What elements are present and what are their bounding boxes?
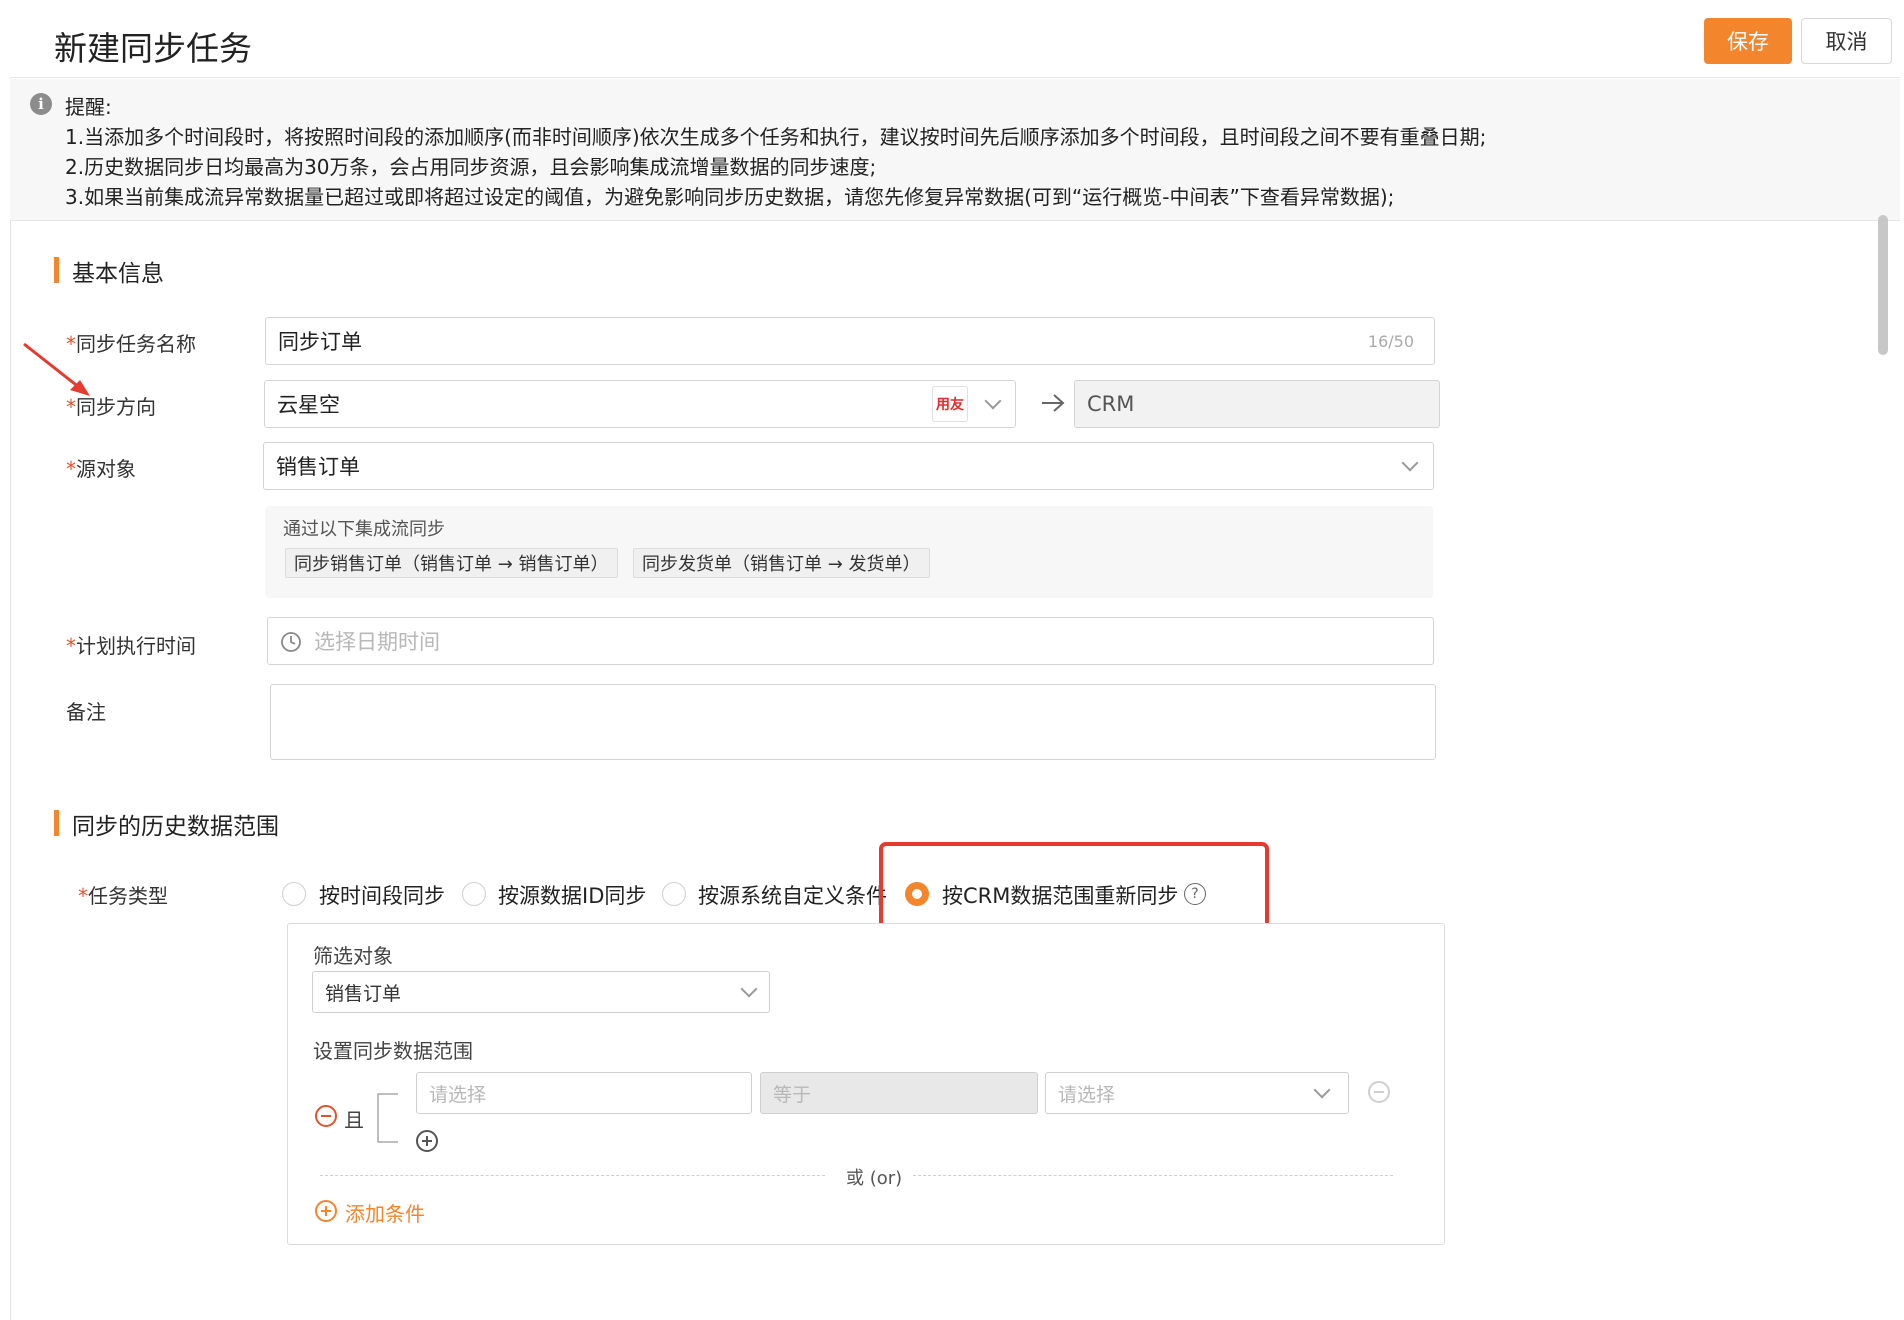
section-marker — [54, 257, 59, 283]
section-title-history: 同步的历史数据范围 — [72, 814, 279, 840]
bracket-connector — [377, 1093, 398, 1143]
remark-textarea[interactable] — [270, 684, 1436, 760]
flow-tag[interactable]: 同步销售订单（销售订单 → 销售订单） — [285, 548, 618, 578]
condition-field-placeholder: 请选择 — [429, 1083, 487, 1106]
condition-value-placeholder: 请选择 — [1058, 1083, 1116, 1106]
or-divider-left — [320, 1175, 825, 1176]
flow-title: 通过以下集成流同步 — [283, 519, 445, 540]
clock-icon — [281, 632, 301, 652]
required-mark: * — [78, 884, 88, 908]
notice-line: 1.当添加多个时间段时，将按照时间段的添加顺序(而非时间顺序)依次生成多个任务和… — [65, 125, 1487, 149]
notice-line: 3.如果当前集成流异常数据量已超过或即将超过设定的阈值，为避免影响同步历史数据，… — [65, 185, 1395, 209]
filter-object-label: 筛选对象 — [313, 944, 393, 968]
add-condition-icon[interactable] — [315, 1200, 337, 1222]
range-label: 设置同步数据范围 — [313, 1039, 473, 1063]
required-mark: * — [66, 634, 76, 658]
chevron-down-icon — [740, 980, 758, 998]
page-title: 新建同步任务 — [54, 29, 252, 68]
arrow-right-icon — [1042, 394, 1065, 412]
remove-group-icon[interactable] — [315, 1105, 337, 1127]
notice-line: 2.历史数据同步日均最高为30万条，会占用同步资源，且会影响集成流增量数据的同步… — [65, 155, 877, 179]
required-mark: * — [66, 395, 76, 419]
direction-target-field: CRM — [1074, 380, 1440, 428]
annotation-highlight-box — [879, 842, 1269, 934]
add-sub-condition-icon[interactable] — [416, 1130, 438, 1152]
direction-label: *同步方向 — [66, 391, 156, 420]
direction-label-text: 同步方向 — [76, 395, 156, 419]
chevron-down-icon — [984, 392, 1002, 410]
task-type-label-text: 任务类型 — [88, 884, 168, 908]
integration-flow-panel: 通过以下集成流同步 同步销售订单（销售订单 → 销售订单） 同步发货单（销售订单… — [265, 506, 1433, 598]
direction-source-select[interactable]: 云星空 用友 — [264, 380, 1016, 428]
schedule-label-text: 计划执行时间 — [76, 634, 196, 658]
notice-panel: i 提醒: 1.当添加多个时间段时，将按照时间段的添加顺序(而非时间顺序)依次生… — [10, 79, 1900, 221]
scrollbar-thumb[interactable] — [1878, 215, 1888, 355]
dialog-header: 新建同步任务 — [10, 0, 1900, 78]
remove-condition-icon[interactable] — [1368, 1081, 1390, 1103]
add-condition-link[interactable]: 添加条件 — [345, 1198, 425, 1227]
filter-object-value: 销售订单 — [325, 982, 402, 1005]
and-label: 且 — [344, 1108, 364, 1132]
condition-operator-value: 等于 — [773, 1083, 812, 1106]
cancel-button[interactable]: 取消 — [1801, 18, 1892, 64]
save-button[interactable]: 保存 — [1704, 18, 1792, 64]
info-icon: i — [30, 93, 52, 115]
radio-label-by-time[interactable]: 按时间段同步 — [319, 880, 445, 910]
or-label: 或 (or) — [846, 1168, 903, 1189]
task-type-label: *任务类型 — [78, 880, 168, 909]
chevron-down-icon — [1313, 1081, 1331, 1099]
chevron-down-icon — [1401, 454, 1419, 472]
schedule-label: *计划执行时间 — [66, 630, 196, 659]
source-object-select[interactable]: 销售订单 — [263, 442, 1434, 490]
char-counter: 16/50 — [1367, 332, 1414, 351]
notice-title: 提醒: — [65, 95, 112, 119]
remark-label: 备注 — [66, 700, 106, 724]
task-name-value: 同步订单 — [278, 330, 362, 354]
condition-value-select[interactable]: 请选择 — [1045, 1072, 1349, 1114]
schedule-placeholder: 选择日期时间 — [314, 630, 440, 654]
or-divider-right — [913, 1175, 1393, 1176]
direction-source-value: 云星空 — [277, 393, 340, 417]
scrollbar-track[interactable] — [1876, 221, 1890, 1320]
source-object-label: *源对象 — [66, 453, 136, 482]
radio-by-time[interactable] — [282, 882, 306, 906]
condition-field-select[interactable]: 请选择 — [416, 1072, 752, 1114]
flow-tag[interactable]: 同步发货单（销售订单 → 发货单） — [633, 548, 930, 578]
radio-label-by-source-id[interactable]: 按源数据ID同步 — [498, 880, 646, 910]
yonyou-logo: 用友 — [932, 386, 968, 422]
condition-operator-field: 等于 — [760, 1072, 1038, 1114]
filter-object-select[interactable]: 销售订单 — [312, 971, 770, 1013]
required-mark: * — [66, 457, 76, 481]
source-object-value: 销售订单 — [276, 455, 360, 479]
radio-by-custom-condition[interactable] — [662, 882, 686, 906]
task-name-input[interactable]: 同步订单 16/50 — [265, 317, 1435, 365]
section-marker — [54, 810, 59, 836]
radio-by-source-id[interactable] — [462, 882, 486, 906]
source-object-label-text: 源对象 — [76, 457, 136, 481]
section-title-basic: 基本信息 — [72, 261, 164, 287]
schedule-datetime-input[interactable]: 选择日期时间 — [267, 617, 1434, 665]
radio-label-by-custom-condition[interactable]: 按源系统自定义条件 — [698, 880, 890, 910]
